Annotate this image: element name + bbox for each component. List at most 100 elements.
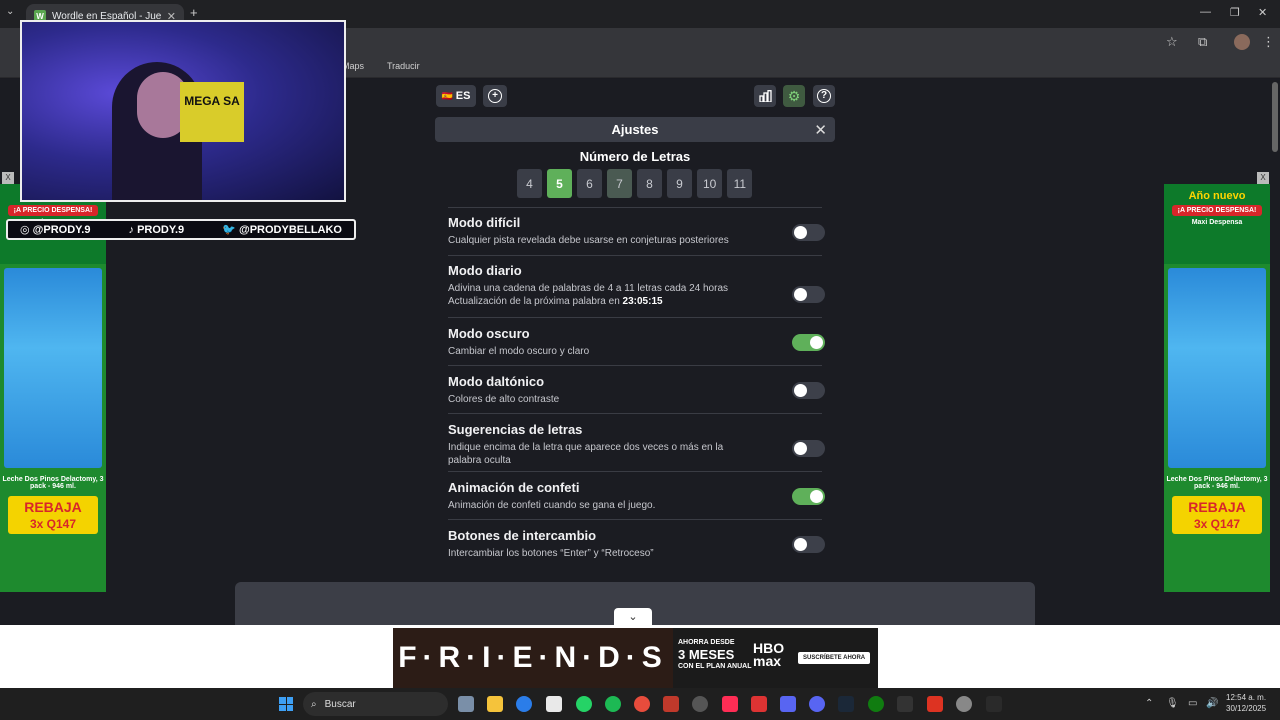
settings-app-icon[interactable]: [956, 696, 972, 712]
setting-desc-line2: Actualización de la próxima palabra en: [448, 296, 623, 307]
letter-option-8[interactable]: 8: [637, 169, 662, 198]
spain-flag-icon: 🇪🇸: [441, 90, 453, 101]
task-view-icon[interactable]: [458, 696, 474, 712]
letter-option-6[interactable]: 6: [577, 169, 602, 198]
stats-button[interactable]: [754, 85, 776, 107]
ad-price: 3x Q147: [29, 517, 77, 531]
divider: [448, 471, 822, 472]
language-button[interactable]: 🇪🇸 ES: [436, 85, 476, 107]
divider: [448, 255, 822, 256]
whatsapp-icon[interactable]: [576, 696, 592, 712]
network-icon[interactable]: ▭: [1188, 698, 1197, 709]
spotify-icon[interactable]: [605, 696, 621, 712]
letter-option-9[interactable]: 9: [667, 169, 692, 198]
ad-rebaja: REBAJA 3x Q147: [8, 496, 98, 534]
taskbar-clock[interactable]: 12:54 a. m. 30/12/2025: [1226, 692, 1266, 714]
plus-icon: +: [488, 89, 502, 103]
ad-close-button[interactable]: X: [2, 172, 14, 184]
clock-date: 30/12/2025: [1226, 704, 1267, 713]
toggle-knob: [794, 226, 807, 239]
left-side-ad[interactable]: Año nuevo ¡A PRECIO DESPENSA! Maxi Despe…: [0, 184, 106, 592]
page-scrollbar[interactable]: [1272, 82, 1278, 152]
gear-icon: ⚙: [787, 87, 801, 104]
letter-option-7[interactable]: 7: [607, 169, 632, 198]
chevron-down-icon[interactable]: ⌄: [614, 608, 652, 626]
restore-button[interactable]: ❐: [1230, 6, 1240, 19]
clock-time: 12:54 a. m.: [1226, 693, 1267, 702]
profile-avatar[interactable]: [1234, 34, 1250, 50]
toggle-knob: [810, 490, 823, 503]
new-tab-button[interactable]: +: [190, 5, 198, 20]
social-handles-bar: ◎ @PRODY.9 ♪ PRODY.9 🐦 @PRODYBELLAKO: [6, 219, 356, 240]
toggle-modo-oscuro[interactable]: [792, 334, 825, 351]
steam-icon[interactable]: [838, 696, 854, 712]
hbo-max-logo: HBO max: [753, 640, 785, 669]
language-label: ES: [455, 90, 471, 102]
letter-option-10[interactable]: 10: [697, 169, 723, 198]
epic-games-icon[interactable]: [897, 696, 913, 712]
chrome-icon[interactable]: [634, 696, 650, 712]
xbox-icon[interactable]: [868, 696, 884, 712]
browser-menu-icon[interactable]: ⋮: [1262, 34, 1275, 50]
toggle-sugerencias[interactable]: [792, 440, 825, 457]
toggle-confeti[interactable]: [792, 488, 825, 505]
setting-title: Modo oscuro: [448, 326, 530, 341]
toggle-modo-diario[interactable]: [792, 286, 825, 303]
instagram-handle: ◎ @PRODY.9: [20, 224, 91, 236]
ad-rebaja-label: REBAJA: [24, 499, 82, 515]
tf-icon[interactable]: [751, 696, 767, 712]
app-red-icon[interactable]: [927, 696, 943, 712]
taskbar-search[interactable]: ⌕ Buscar: [303, 692, 448, 716]
bookmark-traducir[interactable]: Traducir: [387, 61, 420, 71]
tab-list-icon[interactable]: ⌄: [6, 6, 14, 17]
mic-icon[interactable]: 🎙: [1166, 698, 1179, 709]
terminal-icon[interactable]: [986, 696, 1002, 712]
setting-confeti: Animación de confeti Animación de confet…: [448, 480, 822, 512]
ad-offer-line2: 3 MESES: [678, 647, 735, 662]
right-side-ad[interactable]: Año nuevo ¡A PRECIO DESPENSA! Maxi Despe…: [1164, 184, 1270, 592]
toggle-modo-dificil[interactable]: [792, 224, 825, 241]
toggle-knob: [794, 288, 807, 301]
edge-icon[interactable]: [516, 696, 532, 712]
setting-desc: Cambiar el modo oscuro y claro: [448, 346, 590, 357]
subscribe-button[interactable]: SUSCRÍBETE AHORA: [798, 652, 871, 664]
volume-icon[interactable]: 🔊: [1206, 698, 1218, 709]
ad-show-title: F·R·I·E·N·D·S: [393, 628, 673, 688]
letter-option-11[interactable]: 11: [727, 169, 753, 198]
riot-icon[interactable]: [663, 696, 679, 712]
bookmark-star-icon[interactable]: ☆: [1166, 34, 1178, 50]
setting-intercambio: Botones de intercambio Intercambiar los …: [448, 528, 822, 560]
setting-title: Botones de intercambio: [448, 528, 597, 543]
obs-icon[interactable]: [692, 696, 708, 712]
toggle-intercambio[interactable]: [792, 536, 825, 553]
setting-modo-dificil: Modo difícil Cualquier pista revelada de…: [448, 215, 822, 247]
help-button[interactable]: ?: [813, 85, 835, 107]
setting-modo-daltonico: Modo daltónico Colores de alto contraste: [448, 374, 822, 406]
toggle-knob: [794, 442, 807, 455]
close-window-button[interactable]: ✕: [1258, 6, 1267, 19]
file-explorer-icon[interactable]: [487, 696, 503, 712]
minimize-button[interactable]: —: [1200, 6, 1211, 18]
milk-product-image: [4, 268, 102, 468]
extensions-icon[interactable]: ⧉: [1198, 34, 1207, 50]
settings-panel-header: Ajustes ✕: [435, 117, 835, 142]
letter-option-5[interactable]: 5: [547, 169, 572, 198]
setting-desc: Intercambiar los botones “Enter” y “Retr…: [448, 548, 654, 559]
tray-chevron-icon[interactable]: ⌃: [1145, 698, 1153, 709]
setting-title: Modo daltónico: [448, 374, 545, 389]
bottom-banner-ad[interactable]: F·R·I·E·N·D·S AHORRA DESDE 3 MESES CON E…: [393, 628, 878, 688]
app-icon[interactable]: [780, 696, 796, 712]
capcut-icon[interactable]: [546, 696, 562, 712]
add-button[interactable]: +: [483, 85, 507, 107]
toggle-modo-daltonico[interactable]: [792, 382, 825, 399]
windows-start-icon[interactable]: [279, 697, 293, 711]
close-icon[interactable]: ✕: [814, 121, 827, 139]
ad-rebaja: REBAJA 3x Q147: [1172, 496, 1262, 534]
discord-icon[interactable]: [809, 696, 825, 712]
ad-close-button[interactable]: X: [1257, 172, 1269, 184]
setting-desc: Colores de alto contraste: [448, 394, 560, 405]
letter-option-4[interactable]: 4: [517, 169, 542, 198]
settings-button[interactable]: ⚙: [783, 85, 805, 107]
tiktok-live-icon[interactable]: [722, 696, 738, 712]
setting-title: Animación de confeti: [448, 480, 580, 495]
